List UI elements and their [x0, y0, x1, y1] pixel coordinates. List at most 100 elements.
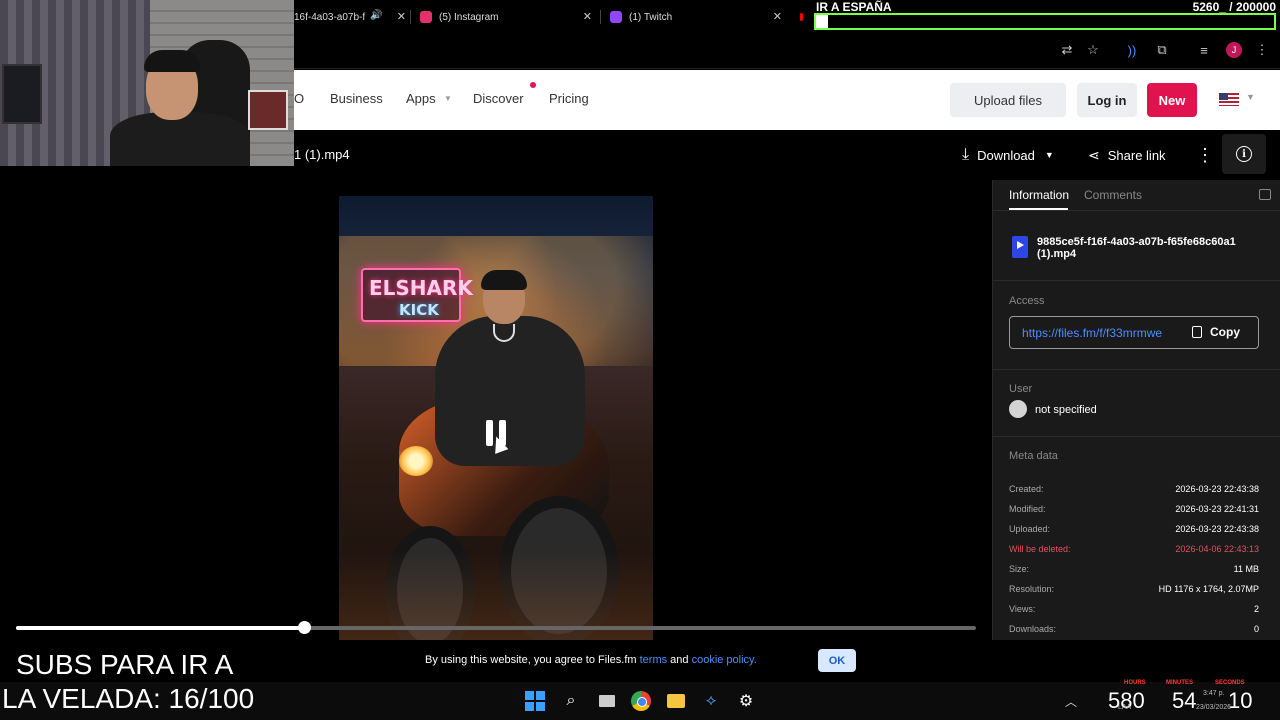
- tray-chevron-up-icon[interactable]: ︿: [1060, 690, 1082, 712]
- share-icon: ⋖: [1088, 146, 1100, 163]
- meta-value: 2026-04-06 22:43:13: [1175, 544, 1259, 554]
- divider: [993, 280, 1280, 281]
- app-gear-icon[interactable]: ⚙: [735, 690, 757, 712]
- media-control-icon[interactable]: ≡: [1195, 41, 1213, 59]
- meta-key: Size:: [1009, 564, 1030, 574]
- nav-link-partial[interactable]: O: [294, 91, 304, 106]
- cookie-policy-link[interactable]: cookie policy.: [692, 654, 757, 666]
- user-label: User: [1009, 383, 1033, 395]
- info-icon: i: [1236, 146, 1252, 162]
- seek-bar-progress: [16, 626, 304, 630]
- info-panel: Information Comments 9885ce5f-f16f-4a03-…: [992, 180, 1280, 640]
- meta-value: 2: [1253, 604, 1259, 614]
- translate-icon[interactable]: ⇄: [1058, 41, 1076, 59]
- access-field[interactable]: https://files.fm/f/f33mrmwe Copy: [1009, 316, 1259, 349]
- copy-label: Copy: [1210, 325, 1240, 339]
- access-url[interactable]: https://files.fm/f/f33mrmwe: [1022, 326, 1182, 340]
- webcam-pc-tower: [2, 64, 42, 124]
- meta-value: 0: [1253, 624, 1259, 634]
- meta-row: Resolution: HD 1176 x 1764, 2.07MP: [1009, 584, 1259, 598]
- download-button[interactable]: ⤓ Download ▼: [962, 143, 1054, 167]
- profile-avatar[interactable]: J: [1225, 41, 1243, 59]
- extensions-icon[interactable]: ⧉: [1153, 41, 1171, 59]
- nav-link-pricing[interactable]: Pricing: [549, 91, 589, 106]
- video-frame[interactable]: ELSHARK KICK: [339, 196, 653, 640]
- download-label: Download: [977, 147, 1035, 163]
- search-icon[interactable]: ⌕: [560, 690, 582, 712]
- meta-key: Views:: [1009, 604, 1036, 614]
- seek-bar-handle[interactable]: [298, 621, 311, 634]
- tab-comments[interactable]: Comments: [1084, 188, 1142, 202]
- subs-overlay-line1: SUBS PARA IR A: [16, 649, 234, 680]
- twitch-icon: [610, 11, 622, 23]
- video-player[interactable]: ELSHARK KICK: [0, 180, 992, 640]
- meta-key: Modified:: [1009, 504, 1046, 514]
- share-link-button[interactable]: ⋖ Share link: [1088, 143, 1166, 167]
- audio-icon[interactable]: 🔊: [370, 10, 382, 21]
- meta-key: Will be deleted:: [1009, 544, 1071, 554]
- nav-link-business[interactable]: Business: [330, 91, 383, 106]
- close-tab-icon[interactable]: ✕: [583, 10, 592, 23]
- timer-minutes: 54: [1172, 688, 1197, 713]
- timer-seconds-label: SECONDS: [1215, 680, 1245, 686]
- copy-button[interactable]: Copy: [1192, 325, 1240, 339]
- tab-separator: [600, 10, 601, 24]
- meta-data-label: Meta data: [1009, 450, 1058, 462]
- close-tab-icon[interactable]: ✕: [397, 10, 406, 23]
- apps-chevron-down-icon[interactable]: ▼: [444, 94, 452, 103]
- file-name: 1 (1).mp4: [294, 147, 350, 162]
- new-button[interactable]: New: [1147, 83, 1197, 117]
- cookie-ok-button[interactable]: OK: [818, 649, 856, 672]
- upload-files-button[interactable]: Upload files: [950, 83, 1066, 117]
- instagram-icon: [420, 11, 432, 23]
- start-button[interactable]: [524, 690, 546, 712]
- cookie-text: By using this website, you agree to File…: [425, 654, 640, 666]
- neon-text-elshark: ELSHARK: [369, 276, 473, 300]
- close-tab-icon[interactable]: ✕: [773, 10, 782, 23]
- language-chevron-down-icon[interactable]: ▼: [1246, 92, 1255, 102]
- more-options-icon[interactable]: ⋮: [1196, 143, 1214, 167]
- chrome-icon[interactable]: [630, 690, 652, 712]
- cookie-notice: By using this website, you agree to File…: [425, 654, 757, 666]
- tab-files[interactable]: 16f-4a03-a07b-f 🔊 ✕: [294, 6, 406, 28]
- clock-time[interactable]: 3:47 p.: [1203, 690, 1224, 697]
- seek-bar[interactable]: [16, 621, 976, 634]
- download-chevron-down-icon: ▼: [1044, 150, 1054, 160]
- file-title: 9885ce5f-f16f-4a03-a07b-f65fe68c60a1 (1)…: [1037, 236, 1236, 260]
- screen: 16f-4a03-a07b-f 🔊 ✕ (5) Instagram ✕ (1) …: [0, 0, 1280, 720]
- goal-progress-bar: [814, 13, 1276, 30]
- login-button[interactable]: Log in: [1077, 83, 1137, 117]
- divider: [993, 436, 1280, 437]
- info-button[interactable]: i: [1222, 134, 1266, 174]
- task-view-icon[interactable]: [596, 690, 618, 712]
- webcam-poster: [248, 90, 288, 130]
- meta-row: Uploaded: 2026-03-23 22:43:38: [1009, 524, 1259, 538]
- us-flag-icon[interactable]: [1219, 93, 1239, 106]
- divider: [993, 369, 1280, 370]
- nav-link-apps[interactable]: Apps: [406, 91, 436, 106]
- meta-row: Will be deleted: 2026-04-06 22:43:13: [1009, 544, 1259, 558]
- clock-date[interactable]: 23/03/2026: [1196, 704, 1231, 711]
- windows-icon: [525, 691, 545, 711]
- meta-value: 2026-03-23 22:41:31: [1175, 504, 1259, 514]
- audio-extension-icon[interactable]: )): [1123, 41, 1141, 59]
- keyboard-language[interactable]: LAA: [1118, 704, 1131, 711]
- file-explorer-icon[interactable]: [665, 690, 687, 712]
- tab-instagram[interactable]: (5) Instagram ✕: [420, 6, 592, 28]
- app-icon[interactable]: ⟡: [700, 690, 722, 712]
- tab-information[interactable]: Information: [1009, 188, 1069, 202]
- star-icon[interactable]: ☆: [1084, 41, 1102, 59]
- meta-row: Downloads: 0: [1009, 624, 1259, 638]
- nav-link-discover[interactable]: Discover: [473, 91, 524, 106]
- neon-text-kick: KICK: [399, 301, 439, 319]
- browser-menu-icon[interactable]: ⋮: [1253, 41, 1271, 59]
- collapse-panel-icon[interactable]: [1259, 189, 1271, 200]
- timer-minutes-label: MINUTES: [1166, 680, 1193, 686]
- mp4-file-icon: [1012, 236, 1028, 258]
- tab-twitch[interactable]: (1) Twitch ✕: [610, 6, 782, 28]
- webcam-streamer-body: [110, 112, 250, 166]
- terms-link[interactable]: terms: [640, 654, 668, 666]
- webcam-streamer-hair: [144, 50, 200, 72]
- youtube-tab-icon[interactable]: [800, 6, 810, 28]
- timer-seconds: 10: [1228, 688, 1253, 713]
